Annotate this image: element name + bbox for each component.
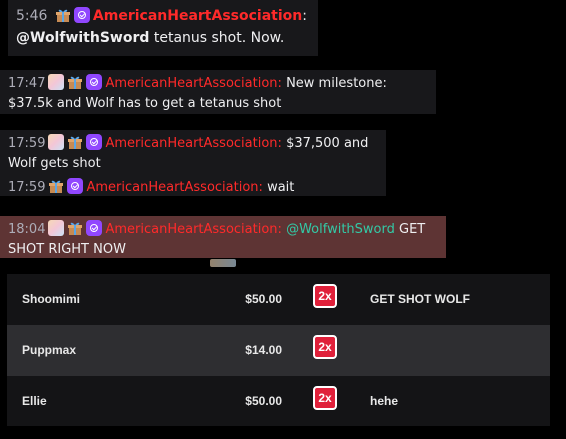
donor-name: Shoomimi: [22, 292, 81, 306]
verified-badge-icon[interactable]: [67, 178, 84, 194]
gift-sub-badge-icon[interactable]: [48, 178, 64, 194]
gift-sub-badge-icon[interactable]: [67, 74, 83, 90]
message-mention[interactable]: @WolfwithSword: [16, 30, 149, 46]
subscriber-badge-icon[interactable]: [48, 134, 65, 150]
subscriber-badge-icon[interactable]: [48, 74, 65, 90]
donation-amount: $50.00: [245, 292, 282, 306]
highlighted-chat-message: 18:04 AmericanHeartAssociation: @Wolfwith…: [0, 216, 446, 258]
donor-name: Ellie: [22, 394, 47, 408]
donation-amount: $14.00: [245, 343, 282, 357]
verified-badge-icon[interactable]: [86, 134, 103, 150]
table-row: Ellie $50.00 2x hehe: [7, 376, 550, 427]
chat-username[interactable]: AmericanHeartAssociation:: [86, 180, 262, 195]
multiplier-badge: 2x: [313, 284, 337, 308]
verified-badge-icon[interactable]: [73, 7, 90, 23]
table-row: Puppmax $14.00 2x: [7, 325, 550, 376]
multiplier-badge: 2x: [313, 335, 337, 359]
chat-message-group: 17:59 AmericanHeartAssociation: $37,500 a…: [0, 130, 386, 196]
message-timestamp: 5:46: [16, 8, 48, 24]
verified-badge-icon[interactable]: [86, 74, 103, 90]
message-timestamp: 17:59: [8, 180, 46, 195]
chat-username[interactable]: AmericanHeartAssociation:: [105, 222, 281, 237]
message-text: tetanus shot. Now.: [149, 30, 285, 46]
chat-username[interactable]: AmericanHeartAssociation: [93, 8, 302, 24]
donation-amount: $50.00: [245, 394, 282, 408]
gift-sub-badge-icon[interactable]: [55, 7, 71, 23]
donation-table: Shoomimi $50.00 2x GET SHOT WOLF Puppmax…: [7, 274, 550, 426]
message-timestamp: 17:59: [8, 136, 46, 151]
donation-message: hehe: [370, 394, 399, 408]
emote-fragment-icon: [210, 259, 236, 267]
verified-badge-icon[interactable]: [86, 220, 103, 236]
subscriber-badge-icon[interactable]: [48, 220, 65, 236]
table-row: Shoomimi $50.00 2x GET SHOT WOLF: [7, 274, 550, 325]
gift-sub-badge-icon[interactable]: [67, 220, 83, 236]
message-timestamp: 17:47: [8, 76, 46, 91]
gift-sub-badge-icon[interactable]: [67, 134, 83, 150]
message-text: wait: [267, 180, 295, 195]
chat-message: 17:59 AmericanHeartAssociation: $37,500 a…: [8, 134, 378, 174]
donor-name: Puppmax: [22, 343, 77, 357]
pinned-chat-message: 5:46 AmericanHeartAssociation: @Wolfwith…: [8, 0, 318, 56]
donation-message: GET SHOT WOLF: [370, 292, 470, 306]
message-timestamp: 18:04: [8, 222, 46, 237]
chat-username[interactable]: AmericanHeartAssociation:: [105, 76, 281, 91]
chat-message: 17:59 AmericanHeartAssociation: wait: [8, 178, 378, 198]
chat-message: 17:47 AmericanHeartAssociation: New miles…: [0, 70, 436, 114]
multiplier-badge: 2x: [313, 386, 337, 410]
chat-username[interactable]: AmericanHeartAssociation:: [105, 136, 281, 151]
username-separator: :: [302, 8, 307, 24]
message-mention[interactable]: @WolfwithSword: [286, 222, 395, 237]
